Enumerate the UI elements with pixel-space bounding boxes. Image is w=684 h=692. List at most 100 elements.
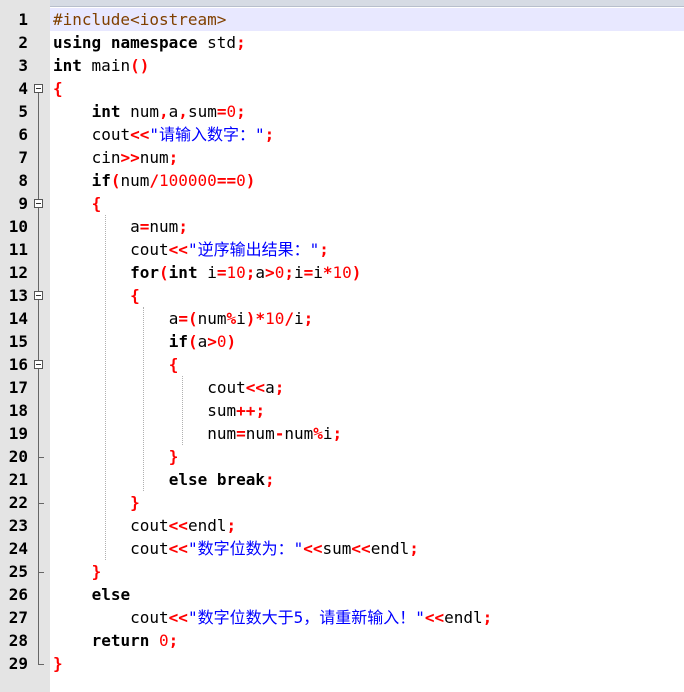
code-line[interactable]: 4{ <box>0 77 684 100</box>
code-line[interactable]: 28 return 0; <box>0 629 684 652</box>
code-line[interactable]: 6 cout<<"请输入数字："; <box>0 123 684 146</box>
line-number: 25 <box>8 562 28 581</box>
line-number: 4 <box>18 79 28 98</box>
code-line[interactable]: 18 sum++; <box>0 399 684 422</box>
code-line[interactable]: 23 cout<<endl; <box>0 514 684 537</box>
code-line[interactable]: 25 } <box>0 560 684 583</box>
code-line[interactable]: 19 num=num-num%i; <box>0 422 684 445</box>
code-text[interactable]: { <box>53 77 684 100</box>
code-text[interactable]: #include<iostream> <box>53 8 684 31</box>
code-line[interactable]: 13 { <box>0 284 684 307</box>
code-text[interactable]: if(num/100000==0) <box>53 169 684 192</box>
code-text[interactable]: for(int i=10;a>0;i=i*10) <box>53 261 684 284</box>
code-editor[interactable]: 1 #include<iostream> 2 using namespace std;… <box>0 0 684 692</box>
tab-strip <box>0 0 684 7</box>
code-text[interactable]: num=num-num%i; <box>53 422 684 445</box>
code-line[interactable]: 10 a=num; <box>0 215 684 238</box>
line-number: 10 <box>8 217 28 236</box>
line-number: 22 <box>8 493 28 512</box>
fold-end-marker <box>38 572 44 573</box>
code-line[interactable]: 17 cout<<a; <box>0 376 684 399</box>
indent-guide <box>143 307 145 491</box>
code-line[interactable]: 9 { <box>0 192 684 215</box>
code-line[interactable]: 14 a=(num%i)*10/i; <box>0 307 684 330</box>
code-text[interactable]: } <box>53 445 684 468</box>
code-line[interactable]: 26 else <box>0 583 684 606</box>
line-number: 20 <box>8 447 28 466</box>
fold-toggle-minus-box-icon[interactable] <box>34 360 43 369</box>
indent-guide <box>181 376 183 445</box>
code-line[interactable]: 2 using namespace std; <box>0 31 684 54</box>
line-number: 6 <box>18 125 28 144</box>
line-number: 24 <box>8 539 28 558</box>
code-text[interactable]: a=(num%i)*10/i; <box>53 307 684 330</box>
line-number: 23 <box>8 516 28 535</box>
indent-guide <box>105 215 106 560</box>
code-line[interactable]: 22 } <box>0 491 684 514</box>
line-number: 19 <box>8 424 28 443</box>
line-number: 14 <box>8 309 28 328</box>
code-line[interactable]: 27 cout<<"数字位数大于5，请重新输入！"<<endl; <box>0 606 684 629</box>
code-text[interactable]: cout<<endl; <box>53 514 684 537</box>
code-line[interactable]: 20 } <box>0 445 684 468</box>
fold-toggle-minus-box-icon[interactable] <box>34 199 43 208</box>
line-number: 5 <box>18 102 28 121</box>
code-line[interactable]: 15 if(a>0) <box>0 330 684 353</box>
code-text[interactable]: int main() <box>53 54 684 77</box>
line-number: 21 <box>8 470 28 489</box>
code-text[interactable]: cout<<"数字位数为："<<sum<<endl; <box>53 537 684 560</box>
fold-end-marker <box>38 503 44 504</box>
code-line[interactable]: 8 if(num/100000==0) <box>0 169 684 192</box>
code-text[interactable]: { <box>53 353 684 376</box>
code-line[interactable]: 29} <box>0 652 684 675</box>
line-number: 26 <box>8 585 28 604</box>
code-text[interactable]: } <box>53 560 684 583</box>
code-line[interactable]: 12 for(int i=10;a>0;i=i*10) <box>0 261 684 284</box>
line-number: 3 <box>18 56 28 75</box>
fold-toggle-minus-box-icon[interactable] <box>34 291 43 300</box>
fold-range-line <box>38 369 39 457</box>
code-line[interactable]: 7 cin>>num; <box>0 146 684 169</box>
code-text[interactable]: using namespace std; <box>53 31 684 54</box>
line-number: 29 <box>8 654 28 673</box>
code-text[interactable]: else break; <box>53 468 684 491</box>
line-number: 8 <box>18 171 28 190</box>
code-text[interactable]: cout<<"逆序输出结果："; <box>53 238 684 261</box>
line-number: 1 <box>18 10 28 29</box>
fold-end-marker <box>38 457 44 458</box>
code-text[interactable]: sum++; <box>53 399 684 422</box>
code-text[interactable]: int num,a,sum=0; <box>53 100 684 123</box>
line-number: 16 <box>8 355 28 374</box>
line-number: 12 <box>8 263 28 282</box>
line-number: 2 <box>18 33 28 52</box>
fold-toggle-minus-box-icon[interactable] <box>34 84 43 93</box>
code-text[interactable]: { <box>53 192 684 215</box>
code-text[interactable]: else <box>53 583 684 606</box>
code-line[interactable]: 5 int num,a,sum=0; <box>0 100 684 123</box>
code-line[interactable]: 3 int main() <box>0 54 684 77</box>
line-number: 9 <box>18 194 28 213</box>
line-number: 15 <box>8 332 28 351</box>
code-line[interactable]: 24 cout<<"数字位数为："<<sum<<endl; <box>0 537 684 560</box>
code-text[interactable]: cout<<a; <box>53 376 684 399</box>
fold-end-marker <box>38 664 44 665</box>
code-text[interactable]: cin>>num; <box>53 146 684 169</box>
line-number: 17 <box>8 378 28 397</box>
code-text[interactable]: if(a>0) <box>53 330 684 353</box>
code-text[interactable]: cout<<"数字位数大于5，请重新输入！"<<endl; <box>53 606 684 629</box>
line-number: 18 <box>8 401 28 420</box>
code-line[interactable]: 11 cout<<"逆序输出结果："; <box>0 238 684 261</box>
code-text[interactable]: return 0; <box>53 629 684 652</box>
line-number: 13 <box>8 286 28 305</box>
line-number: 28 <box>8 631 28 650</box>
code-text[interactable]: } <box>53 652 684 675</box>
code-line[interactable]: 16 { <box>0 353 684 376</box>
line-number: 7 <box>18 148 28 167</box>
code-text[interactable]: { <box>53 284 684 307</box>
line-number: 11 <box>8 240 28 259</box>
code-line[interactable]: 1 #include<iostream> <box>0 8 684 31</box>
code-text[interactable]: a=num; <box>53 215 684 238</box>
code-text[interactable]: cout<<"请输入数字："; <box>53 123 684 146</box>
code-text[interactable]: } <box>53 491 684 514</box>
code-line[interactable]: 21 else break; <box>0 468 684 491</box>
